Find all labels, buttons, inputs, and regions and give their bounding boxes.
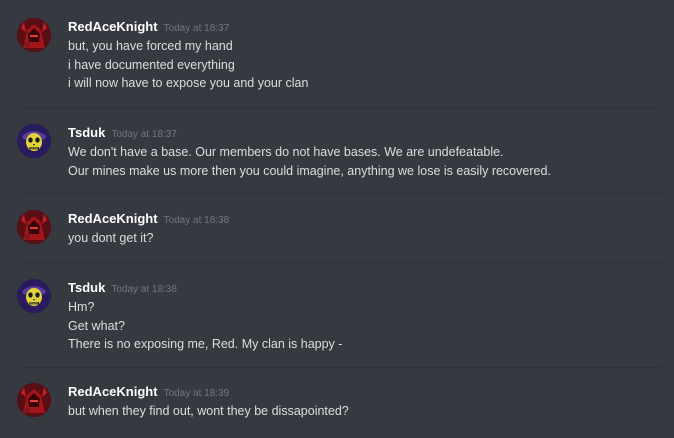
red-knight-avatar-icon[interactable]: [17, 210, 51, 244]
red-knight-avatar-icon[interactable]: [17, 18, 51, 52]
timestamp: Today at 18:38: [111, 284, 177, 295]
chat-messages: RedAceKnight Today at 18:37 but, you have…: [0, 0, 674, 438]
message-text: but, you have forced my hand: [68, 39, 233, 53]
message-text: Our mines make us more then you could im…: [68, 164, 551, 178]
message-text: Get what?: [68, 319, 125, 333]
message-group: Tsduk Today at 18:37 We don't have a base…: [0, 124, 674, 184]
message-header: RedAceKnight Today at 18:37: [68, 18, 229, 34]
timestamp: Today at 18:38: [163, 215, 230, 226]
author-name[interactable]: Tsduk: [68, 280, 105, 295]
message-text: you dont get it?: [68, 231, 154, 245]
message-header: RedAceKnight Today at 18:38: [68, 210, 229, 226]
message-text: but when they find out, wont they be dis…: [68, 404, 349, 418]
timestamp: Today at 18:39: [163, 388, 230, 399]
author-name[interactable]: RedAceKnight: [68, 19, 158, 34]
message-text: i will now have to expose you and your c…: [68, 76, 309, 90]
message-header: RedAceKnight Today at 18:39: [68, 383, 229, 399]
author-name[interactable]: RedAceKnight: [68, 211, 158, 226]
message-text: i have documented everything: [68, 58, 235, 72]
timestamp: Today at 18:37: [163, 23, 230, 34]
message-text: Hm?: [68, 300, 95, 314]
message-group: RedAceKnight Today at 18:37 but, you have…: [0, 18, 674, 98]
author-name[interactable]: RedAceKnight: [68, 384, 158, 399]
message-group: RedAceKnight Today at 18:38 you dont get …: [0, 210, 674, 252]
author-name[interactable]: Tsduk: [68, 125, 105, 140]
red-knight-avatar-icon[interactable]: [17, 383, 51, 417]
message-text: We don't have a base. Our members do not…: [68, 145, 504, 159]
message-divider: [20, 367, 662, 368]
skeletor-avatar-icon[interactable]: [17, 124, 51, 158]
skeletor-avatar-icon[interactable]: [17, 279, 51, 313]
timestamp: Today at 18:37: [111, 129, 177, 140]
message-divider: [20, 193, 662, 194]
message-group: Tsduk Today at 18:38 Hm? Get what? There …: [0, 279, 674, 359]
message-header: Tsduk Today at 18:37: [68, 124, 177, 140]
message-divider: [20, 262, 662, 263]
message-divider: [20, 107, 662, 108]
message-group: RedAceKnight Today at 18:39 but when they…: [0, 383, 674, 425]
message-header: Tsduk Today at 18:38: [68, 279, 177, 295]
message-text: There is no exposing me, Red. My clan is…: [68, 337, 343, 351]
